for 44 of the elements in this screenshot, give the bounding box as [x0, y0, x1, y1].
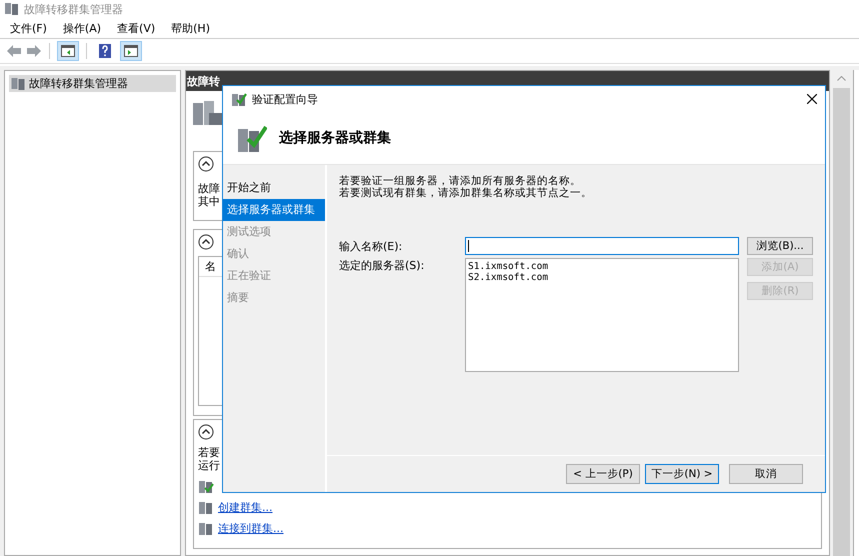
- server-entry[interactable]: S1.ixmsoft.com: [468, 261, 736, 272]
- cancel-button[interactable]: 取消: [729, 464, 803, 484]
- card-text: 其中: [198, 195, 220, 208]
- menu-item[interactable]: 操作(A): [62, 20, 102, 36]
- server-entry[interactable]: S2.ixmsoft.com: [468, 272, 736, 283]
- card-text: 运行: [198, 459, 220, 472]
- server-check-icon: [237, 123, 267, 153]
- servers-icon: [193, 101, 223, 125]
- servers-icon: [11, 78, 25, 90]
- collapse-icon[interactable]: [198, 424, 214, 440]
- menu-item[interactable]: 文件(F): [10, 20, 47, 36]
- instruction-text: 若要测试现有群集，请添加群集名称或其节点之一。: [339, 187, 592, 199]
- close-icon[interactable]: [807, 94, 817, 104]
- wizard-step[interactable]: 选择服务器或群集: [223, 199, 325, 221]
- browse-button[interactable]: 浏览(B)...: [747, 237, 813, 255]
- action-link[interactable]: 创建群集...: [218, 500, 272, 515]
- back-button[interactable]: < 上一步(P): [566, 464, 640, 484]
- name-input-field[interactable]: [465, 237, 739, 255]
- collapse-icon[interactable]: [198, 234, 214, 250]
- action-pane-toggle[interactable]: [120, 41, 142, 61]
- collapse-icon[interactable]: [198, 156, 214, 172]
- server-check-icon: [198, 480, 214, 494]
- card-text: 若要: [198, 446, 220, 459]
- action-link[interactable]: 连接到群集...: [218, 521, 284, 536]
- dialog-heading: 选择服务器或群集: [279, 129, 391, 147]
- next-button[interactable]: 下一步(N) >: [645, 464, 719, 484]
- server-list[interactable]: S1.ixmsoft.com S2.ixmsoft.com: [465, 258, 739, 372]
- server-check-icon: [231, 91, 247, 107]
- servers-icon: [4, 2, 20, 16]
- card-text: 故障: [198, 182, 220, 195]
- servers-icon: [198, 500, 214, 514]
- field-label: 选定的服务器(S):: [339, 258, 426, 273]
- back-icon[interactable]: [6, 44, 22, 58]
- servers-icon: [198, 522, 214, 536]
- console-tree-toggle[interactable]: [57, 41, 79, 61]
- wizard-step[interactable]: 开始之前: [223, 177, 325, 199]
- instruction-text: 若要验证一组服务器，请添加所有服务器的名称。: [339, 175, 581, 187]
- dialog-title: 验证配置向导: [252, 92, 318, 106]
- forward-icon[interactable]: [26, 44, 42, 58]
- tree-item[interactable]: 故障转移群集管理器: [9, 75, 176, 92]
- menu-item[interactable]: 帮助(H): [171, 20, 210, 36]
- field-label: 输入名称(E):: [339, 238, 404, 254]
- menu-item[interactable]: 查看(V): [117, 20, 156, 36]
- window-title: 故障转移群集管理器: [24, 2, 123, 16]
